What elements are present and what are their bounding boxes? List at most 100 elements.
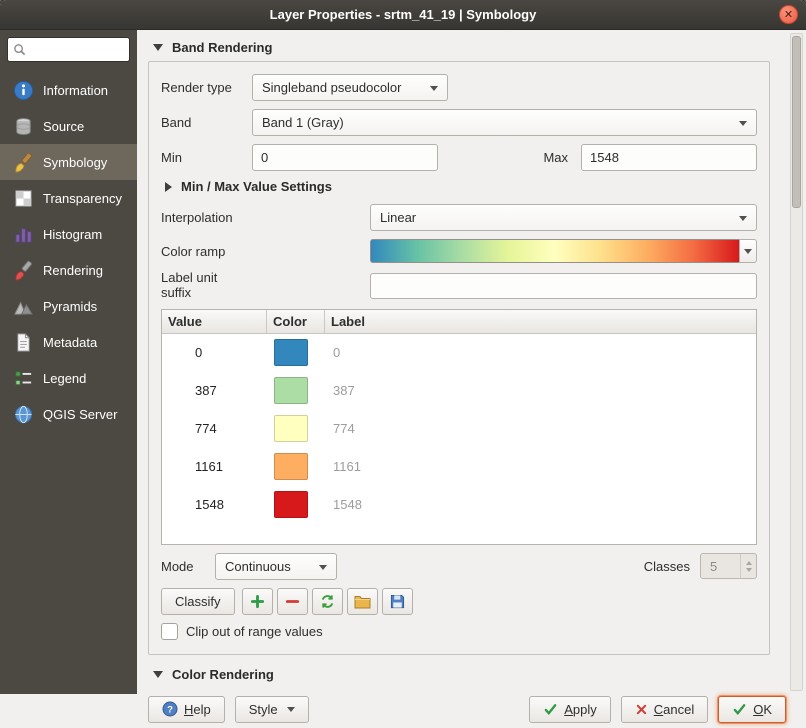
max-input[interactable]: [581, 144, 757, 171]
sidebar-item-information[interactable]: Information: [0, 72, 137, 108]
sidebar-item-legend[interactable]: Legend: [0, 360, 137, 396]
classify-button[interactable]: Classify: [161, 588, 235, 615]
sidebar-item-rendering[interactable]: Rendering: [0, 252, 137, 288]
sidebar-item-qgis-server[interactable]: QGIS Server: [0, 396, 137, 432]
minmax-settings-header[interactable]: Min / Max Value Settings: [165, 179, 757, 194]
color-cell[interactable]: [267, 415, 325, 442]
color-cell[interactable]: [267, 491, 325, 518]
search-icon: [13, 43, 26, 56]
mode-select[interactable]: Continuous: [215, 553, 337, 580]
color-ramp-dropdown-button[interactable]: [739, 239, 757, 263]
chevron-down-icon: [287, 707, 295, 712]
search-input[interactable]: [30, 43, 120, 57]
column-header-color[interactable]: Color: [267, 310, 325, 333]
sidebar-item-symbology[interactable]: Symbology: [0, 144, 137, 180]
label-cell[interactable]: 387: [325, 383, 756, 398]
color-swatch[interactable]: [274, 339, 308, 366]
color-ramp-preview[interactable]: [370, 239, 739, 263]
collapse-triangle-icon: [153, 671, 163, 678]
color-rendering-header[interactable]: Color Rendering: [148, 663, 770, 688]
window-title: Layer Properties - srtm_41_19 | Symbolog…: [270, 7, 537, 22]
render-type-label: Render type: [161, 80, 252, 95]
sidebar-item-transparency[interactable]: Transparency: [0, 180, 137, 216]
rendering-icon: [12, 259, 34, 281]
help-button[interactable]: ? Help: [148, 696, 225, 723]
sidebar-item-histogram[interactable]: Histogram: [0, 216, 137, 252]
sidebar-item-source[interactable]: Source: [0, 108, 137, 144]
folder-icon: [354, 594, 371, 609]
plus-icon: [250, 594, 265, 609]
minus-icon: [285, 594, 300, 609]
label-cell[interactable]: 1161: [325, 459, 756, 474]
value-cell[interactable]: 774: [162, 421, 267, 436]
table-row[interactable]: 1161 1161: [162, 448, 756, 486]
pyramids-icon: [12, 295, 34, 317]
band-label: Band: [161, 115, 252, 130]
label-cell[interactable]: 774: [325, 421, 756, 436]
close-button[interactable]: ✕: [779, 5, 798, 24]
layer-properties-dialog: Layer Properties - srtm_41_19 | Symbolog…: [0, 0, 806, 728]
render-type-select[interactable]: Singleband pseudocolor: [252, 74, 448, 101]
cancel-x-icon: [635, 703, 648, 716]
label-unit-suffix-input[interactable]: [370, 273, 757, 299]
sidebar-item-label: Symbology: [43, 155, 107, 170]
value-cell[interactable]: 1161: [162, 459, 267, 474]
column-header-value[interactable]: Value: [162, 310, 267, 333]
scrollbar-thumb[interactable]: [792, 36, 801, 208]
vertical-scrollbar[interactable]: [790, 33, 803, 691]
table-row[interactable]: 387 387: [162, 372, 756, 410]
value-cell[interactable]: 0: [162, 345, 267, 360]
label-cell[interactable]: 0: [325, 345, 756, 360]
table-row[interactable]: 1548 1548: [162, 486, 756, 524]
remove-value-button[interactable]: [277, 588, 308, 615]
table-row[interactable]: 0 0: [162, 334, 756, 372]
min-input[interactable]: [252, 144, 438, 171]
label-cell[interactable]: 1548: [325, 497, 756, 512]
mode-label: Mode: [161, 559, 215, 574]
max-label: Max: [543, 150, 568, 165]
main-panel: Band Rendering Render type Singleband ps…: [137, 30, 806, 694]
mode-value: Continuous: [225, 559, 291, 574]
close-icon: ✕: [784, 8, 793, 21]
metadata-icon: [12, 331, 34, 353]
color-map-table[interactable]: Value Color Label 0 0 387 387 774 774 11…: [161, 309, 757, 545]
open-file-button[interactable]: [347, 588, 378, 615]
color-swatch[interactable]: [274, 415, 308, 442]
style-button-label: Style: [249, 702, 278, 717]
add-value-button[interactable]: [242, 588, 273, 615]
load-colormap-button[interactable]: [312, 588, 343, 615]
svg-text:?: ?: [167, 705, 173, 716]
minmax-settings-title: Min / Max Value Settings: [181, 179, 332, 194]
value-cell[interactable]: 1548: [162, 497, 267, 512]
titlebar[interactable]: Layer Properties - srtm_41_19 | Symbolog…: [0, 0, 806, 30]
color-cell[interactable]: [267, 377, 325, 404]
interpolation-label: Interpolation: [161, 210, 370, 225]
color-cell[interactable]: [267, 453, 325, 480]
info-icon: [12, 79, 34, 101]
band-rendering-frame: Render type Singleband pseudocolor Band …: [148, 61, 770, 655]
color-swatch[interactable]: [274, 491, 308, 518]
sidebar-item-label: Source: [43, 119, 84, 134]
sidebar-search[interactable]: [7, 37, 130, 62]
style-button[interactable]: Style: [235, 696, 309, 723]
apply-button[interactable]: Apply: [529, 696, 611, 723]
classify-toolbar: [238, 588, 413, 615]
value-cell[interactable]: 387: [162, 383, 267, 398]
column-header-label[interactable]: Label: [325, 310, 756, 333]
clip-checkbox[interactable]: [161, 623, 178, 640]
table-row[interactable]: 774 774: [162, 410, 756, 448]
save-file-button[interactable]: [382, 588, 413, 615]
color-cell[interactable]: [267, 339, 325, 366]
color-swatch[interactable]: [274, 453, 308, 480]
band-select[interactable]: Band 1 (Gray): [252, 109, 757, 136]
interpolation-select[interactable]: Linear: [370, 204, 757, 231]
color-swatch[interactable]: [274, 377, 308, 404]
sidebar-item-metadata[interactable]: Metadata: [0, 324, 137, 360]
sidebar-item-pyramids[interactable]: Pyramids: [0, 288, 137, 324]
ok-button[interactable]: OK: [718, 696, 786, 723]
sidebar-nav: Information Source Symbology Transparenc…: [0, 72, 137, 432]
band-rendering-header[interactable]: Band Rendering: [148, 36, 770, 61]
color-table-body: 0 0 387 387 774 774 1161 1161 1548 1548: [162, 334, 756, 524]
sidebar-item-label: Legend: [43, 371, 86, 386]
cancel-button[interactable]: Cancel: [621, 696, 708, 723]
